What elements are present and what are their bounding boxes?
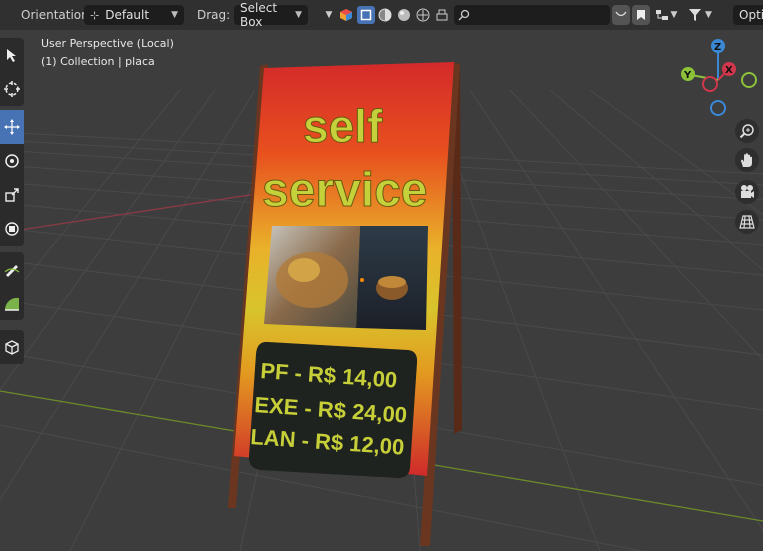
camera-view-button[interactable] (735, 180, 759, 204)
z-axis-label: Z (714, 42, 721, 53)
camera-icon (741, 185, 754, 198)
object-type-visibility-icon[interactable] (338, 6, 354, 24)
neg-y-axis-gizmo-icon[interactable] (741, 72, 757, 88)
bookmark-button[interactable] (632, 5, 650, 25)
bookmark-icon (637, 10, 645, 20)
drag-value: Select Box (240, 1, 278, 29)
sign-title-self: self (303, 100, 383, 152)
orientation-value: Default (105, 8, 150, 22)
drag-label: Drag: (197, 8, 231, 22)
tool-measure[interactable] (0, 286, 24, 320)
chevron-down-icon: ▼ (295, 10, 302, 20)
chevron-down-icon: ▼ (670, 10, 678, 20)
viewport-header: Orientation: ⊹ Default ▼ Drag: Select Bo… (0, 0, 763, 30)
hand-icon (741, 153, 752, 167)
search-icon (458, 9, 470, 21)
chevron-down-icon[interactable]: ▼ (323, 6, 335, 24)
chevron-icon (615, 11, 627, 17)
tool-shelf-annotate (0, 252, 24, 320)
tool-shelf-transform (0, 110, 24, 246)
zoom-icon (739, 124, 754, 139)
active-collection-label: (1) Collection | placa (41, 55, 155, 68)
select-box-icon (7, 49, 16, 62)
y-axis-label: Y (683, 70, 692, 81)
neg-z-axis-gizmo-icon[interactable] (710, 100, 726, 116)
measure-icon (4, 297, 19, 311)
sign-title-service: service (262, 164, 428, 217)
drag-dropdown[interactable]: Select Box ▼ (234, 1, 308, 29)
chevron-down-icon: ▼ (171, 10, 178, 20)
layout-menu-button[interactable]: ▼ (652, 6, 680, 24)
rotate-icon (5, 154, 19, 168)
tool-rotate[interactable] (0, 144, 24, 178)
tool-shelf-add (0, 330, 24, 364)
annotate-icon (4, 265, 20, 277)
tool-scale[interactable] (0, 178, 24, 212)
cursor-icon (4, 81, 20, 97)
move-icon (4, 119, 20, 135)
shading-solid-icon[interactable] (377, 6, 393, 24)
navigation-gizmo[interactable]: Z Y X (672, 36, 763, 120)
filter-icon (689, 9, 702, 21)
tool-select-box[interactable] (0, 38, 24, 72)
options-label: Optio (739, 8, 763, 22)
perspective-toggle-button[interactable] (735, 210, 759, 234)
filter-menu-button[interactable]: ▼ (684, 6, 716, 24)
3d-viewport[interactable]: User Perspective (Local) (1) Collection … (0, 30, 763, 551)
neg-x-axis-gizmo-icon[interactable] (702, 76, 718, 92)
sign-board[interactable]: self service PF - R$ 14,00 EXE - R$ 24,0… (220, 58, 470, 551)
orientation-label: Orientation: (21, 8, 93, 22)
tool-annotate[interactable] (0, 252, 24, 286)
tool-shelf (0, 38, 24, 106)
outliner-icon (655, 10, 668, 20)
search-field[interactable] (454, 5, 610, 25)
grid-perspective-icon (739, 215, 755, 229)
x-axis-label: X (725, 65, 733, 76)
shading-rendered-icon[interactable] (415, 6, 431, 24)
tool-cursor[interactable] (0, 72, 24, 106)
options-dropdown[interactable]: Optio (733, 5, 763, 25)
select-box-mode-icon[interactable] (357, 6, 375, 24)
overlay-icon[interactable] (434, 6, 450, 24)
scale-icon (5, 188, 19, 202)
orientation-icon: ⊹ (90, 8, 100, 22)
tool-add-cube[interactable] (0, 330, 24, 364)
tool-move[interactable] (0, 110, 24, 144)
shading-material-icon[interactable] (396, 6, 412, 24)
transform-icon (5, 222, 19, 236)
view-perspective-label: User Perspective (Local) (41, 37, 174, 50)
pan-button[interactable] (735, 148, 759, 172)
orientation-dropdown[interactable]: ⊹ Default ▼ (84, 5, 184, 25)
tool-transform[interactable] (0, 212, 24, 246)
chevron-down-icon: ▼ (705, 10, 712, 20)
toggle-overlay-button[interactable] (612, 5, 630, 25)
add-cube-icon (5, 340, 19, 355)
zoom-button[interactable] (735, 119, 759, 143)
